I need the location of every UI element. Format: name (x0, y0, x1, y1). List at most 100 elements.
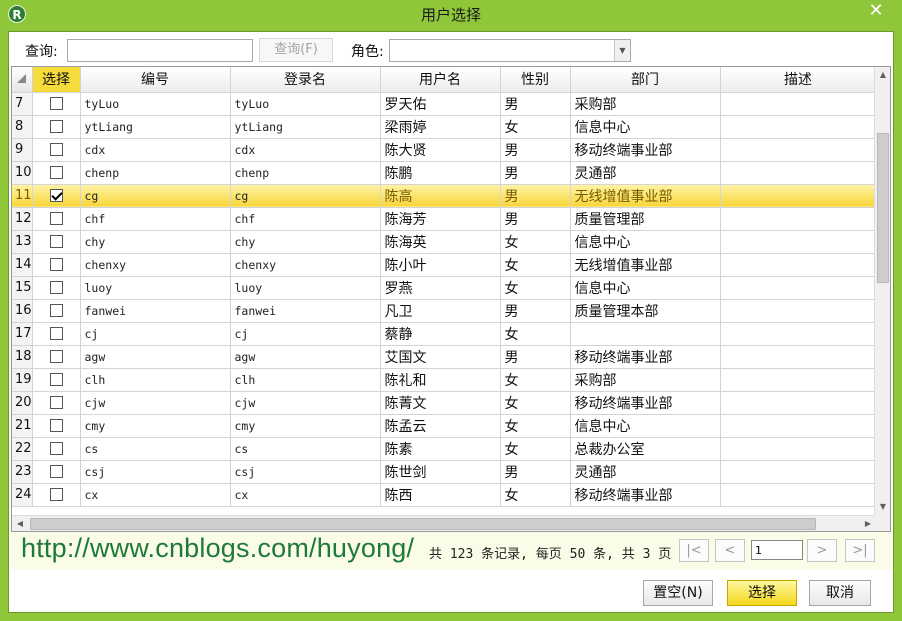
row-checkbox[interactable] (49, 373, 63, 386)
table-row[interactable]: 22 cs cs 陈素女总裁办公室 (12, 437, 876, 461)
cell-dept: 信息中心 (570, 115, 721, 139)
table-row[interactable]: 14 chenxy chenxy 陈小叶女无线增值事业部 (12, 253, 876, 277)
row-checkbox-cell[interactable] (32, 414, 81, 438)
next-page-button[interactable]: > (807, 539, 837, 562)
select-all-corner[interactable] (12, 67, 33, 93)
title-bar[interactable]: R 用户选择 ✕ (0, 0, 902, 30)
table-row[interactable]: 21 cmy cmy 陈孟云女信息中心 (12, 414, 876, 438)
row-checkbox[interactable] (49, 143, 63, 156)
cell-name: 凡卫 (380, 299, 501, 323)
row-checkbox[interactable] (49, 465, 63, 478)
horizontal-scrollbar[interactable]: ◀ ▶ (12, 515, 876, 531)
row-checkbox-cell[interactable] (32, 230, 81, 254)
close-button[interactable]: ✕ (856, 0, 896, 22)
row-checkbox-cell[interactable] (32, 253, 81, 277)
row-checkbox[interactable] (49, 488, 63, 501)
corner-triangle-icon (17, 74, 27, 84)
first-page-button[interactable]: |< (679, 539, 709, 562)
scroll-down-icon[interactable]: ▼ (875, 499, 890, 515)
query-button[interactable]: 查询(F) (259, 38, 333, 62)
prev-page-button[interactable]: < (715, 539, 745, 562)
row-checkbox-cell[interactable] (32, 161, 81, 185)
page-number-input[interactable] (751, 540, 803, 560)
column-header[interactable]: 性别 (500, 67, 571, 93)
role-select[interactable]: ▼ (389, 39, 631, 62)
horizontal-scroll-thumb[interactable] (30, 518, 816, 530)
table-row[interactable]: 12 chf chf 陈海芳男质量管理部 (12, 207, 876, 231)
row-checkbox-cell[interactable] (32, 483, 81, 507)
cell-name: 陈西 (380, 483, 501, 507)
table-row[interactable]: 19 clh clh 陈礼和女采购部 (12, 368, 876, 392)
row-checkbox[interactable] (49, 258, 63, 271)
column-header[interactable]: 部门 (570, 67, 721, 93)
table-row[interactable]: 13 chy chy 陈海英女信息中心 (12, 230, 876, 254)
cell-name: 陈礼和 (380, 368, 501, 392)
query-input[interactable] (67, 39, 253, 62)
row-checkbox[interactable] (49, 327, 63, 340)
table-row[interactable]: 16 fanwei fanwei 凡卫男质量管理本部 (12, 299, 876, 323)
table-row[interactable]: 10 chenp chenp 陈鹏男灵通部 (12, 161, 876, 185)
table-row[interactable]: 20 cjw cjw 陈菁文女移动终端事业部 (12, 391, 876, 415)
row-checkbox[interactable] (49, 419, 63, 432)
select-button[interactable]: 选择 (727, 580, 797, 606)
table-row[interactable]: 8 ytLiang ytLiang 梁雨婷女信息中心 (12, 115, 876, 139)
row-checkbox-cell[interactable] (32, 92, 81, 116)
cell-id: chy (80, 230, 231, 254)
row-checkbox[interactable] (49, 189, 63, 202)
row-checkbox-cell[interactable] (32, 391, 81, 415)
row-checkbox[interactable] (49, 212, 63, 225)
table-row[interactable]: 24 cx cx 陈西女移动终端事业部 (12, 483, 876, 507)
row-checkbox-cell[interactable] (32, 207, 81, 231)
column-header[interactable]: 选择 (32, 67, 81, 93)
cell-name: 陈高 (380, 184, 501, 208)
row-checkbox[interactable] (49, 281, 63, 294)
cell-dept: 信息中心 (570, 414, 721, 438)
scroll-up-icon[interactable]: ▲ (875, 67, 890, 83)
cell-sex: 男 (500, 299, 571, 323)
column-header[interactable]: 编号 (80, 67, 231, 93)
cell-id: csj (80, 460, 231, 484)
table-row[interactable]: 17 cj cj 蔡静女 (12, 322, 876, 346)
cell-dept: 质量管理本部 (570, 299, 721, 323)
row-checkbox-cell[interactable] (32, 368, 81, 392)
table-row[interactable]: 15 luoy luoy 罗燕女信息中心 (12, 276, 876, 300)
cancel-button[interactable]: 取消 (809, 580, 871, 606)
table-row[interactable]: 23 csj csj 陈世剑男灵通部 (12, 460, 876, 484)
row-checkbox-cell[interactable] (32, 322, 81, 346)
row-checkbox-cell[interactable] (32, 276, 81, 300)
row-checkbox[interactable] (49, 97, 63, 110)
row-checkbox[interactable] (49, 304, 63, 317)
cell-sex: 女 (500, 437, 571, 461)
row-checkbox-cell[interactable] (32, 138, 81, 162)
row-checkbox-cell[interactable] (32, 345, 81, 369)
vertical-scrollbar[interactable]: ▲ ▼ (874, 67, 890, 515)
table-row[interactable]: 11 cg cg 陈高男无线增值事业部 (12, 184, 876, 208)
row-checkbox[interactable] (49, 166, 63, 179)
row-checkbox[interactable] (49, 235, 63, 248)
table-row[interactable]: 18 agw agw 艾国文男移动终端事业部 (12, 345, 876, 369)
cell-desc (720, 138, 876, 162)
row-checkbox-cell[interactable] (32, 184, 81, 208)
row-checkbox[interactable] (49, 396, 63, 409)
row-checkbox[interactable] (49, 120, 63, 133)
cell-dept: 无线增值事业部 (570, 184, 721, 208)
table-row[interactable]: 9 cdx cdx 陈大贤男移动终端事业部 (12, 138, 876, 162)
table-row[interactable]: 7 tyLuo tyLuo 罗天佑男采购部 (12, 92, 876, 116)
row-checkbox-cell[interactable] (32, 460, 81, 484)
row-checkbox[interactable] (49, 442, 63, 455)
column-header[interactable]: 登录名 (230, 67, 381, 93)
row-checkbox-cell[interactable] (32, 115, 81, 139)
chevron-down-icon[interactable]: ▼ (614, 40, 630, 61)
last-page-button[interactable]: >| (845, 539, 875, 562)
cell-sex: 女 (500, 253, 571, 277)
vertical-scroll-thumb[interactable] (877, 133, 889, 283)
row-checkbox[interactable] (49, 350, 63, 363)
clear-button[interactable]: 置空(N) (643, 580, 713, 606)
cell-dept: 信息中心 (570, 276, 721, 300)
column-header[interactable]: 描述 (720, 67, 876, 93)
row-checkbox-cell[interactable] (32, 437, 81, 461)
column-header[interactable]: 用户名 (380, 67, 501, 93)
row-number: 8 (12, 115, 33, 139)
row-checkbox-cell[interactable] (32, 299, 81, 323)
scroll-left-icon[interactable]: ◀ (12, 516, 28, 531)
